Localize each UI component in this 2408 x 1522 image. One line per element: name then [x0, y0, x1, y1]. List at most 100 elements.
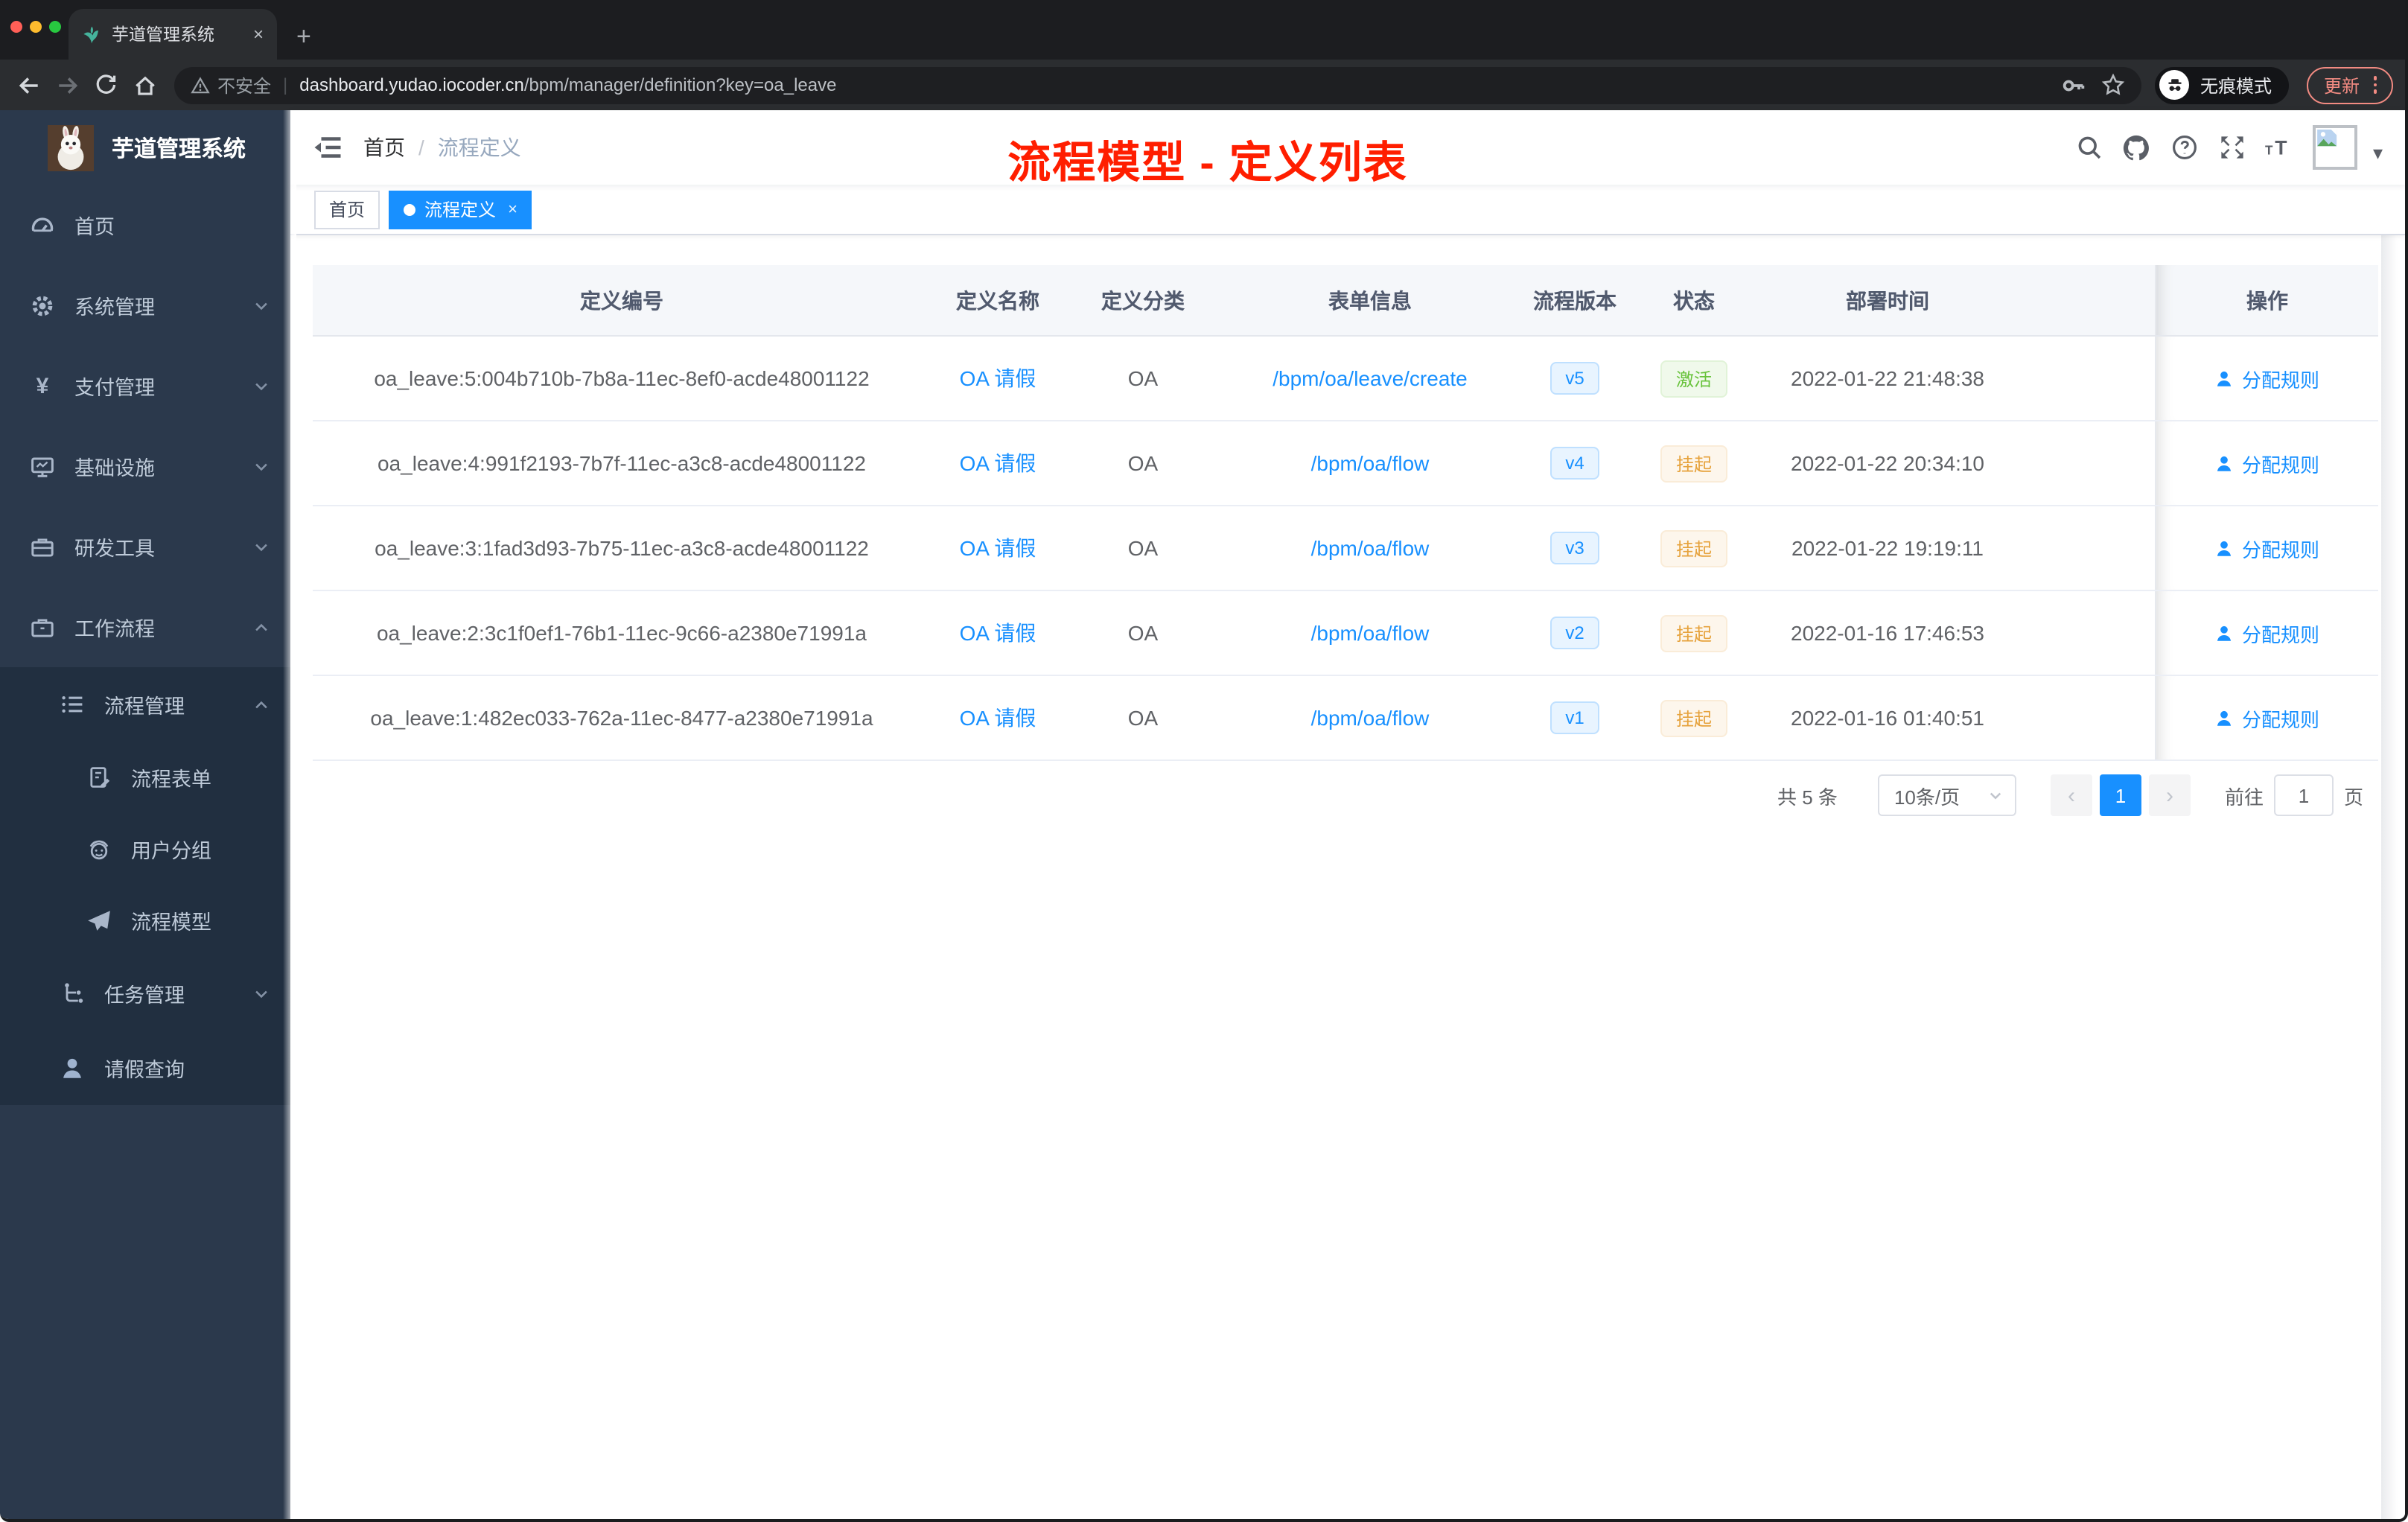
sidebar-item-home[interactable]: 首页 [0, 185, 290, 265]
definition-name-link[interactable]: OA 请假 [960, 366, 1036, 390]
address-bar[interactable]: 不安全 | dashboard.yudao.iocoder.cn/bpm/man… [174, 66, 2142, 104]
chevron-down-icon [253, 297, 270, 313]
definition-table: 定义编号 定义名称 定义分类 表单信息 流程版本 状态 部署时间 操作 oa_l… [313, 265, 2378, 761]
deploy-time: 2022-01-16 01:40:51 [1791, 706, 1984, 730]
sidebar-item-infrastructure[interactable]: 基础设施 [0, 426, 290, 506]
goto-page-input[interactable]: 1 [2273, 774, 2334, 816]
assign-rule-button[interactable]: 分配规则 [2215, 364, 2319, 392]
main-area: 流程模型 - 定义列表 首页 / 流程定义 T T ▾ 首页 流程定义 × 定义… [290, 110, 2405, 1519]
user-icon [2217, 370, 2232, 386]
list-icon [60, 692, 85, 717]
form-link[interactable]: /bpm/oa/leave/create [1273, 366, 1468, 390]
browser-update-button[interactable]: 更新 [2307, 66, 2393, 104]
definition-category: OA [1127, 451, 1159, 475]
page-size-select[interactable]: 10条/页 [1877, 774, 2016, 816]
new-tab-button[interactable]: + [296, 24, 311, 49]
definition-name-link[interactable]: OA 请假 [960, 706, 1036, 730]
hamburger-icon[interactable] [313, 133, 343, 162]
sidebar-item-payment[interactable]: ¥ 支付管理 [0, 346, 290, 426]
app-logo: 芋道管理系统 [0, 110, 290, 185]
deploy-time: 2022-01-22 19:19:11 [1791, 536, 1984, 560]
annotation-title: 流程模型 - 定义列表 [1007, 140, 1408, 188]
font-size-icon[interactable]: TT [2266, 133, 2294, 162]
incognito-badge: 无痕模式 [2155, 66, 2290, 104]
url-text[interactable]: dashboard.yudao.iocoder.cn/bpm/manager/d… [299, 74, 836, 95]
assign-rule-button[interactable]: 分配规则 [2215, 534, 2319, 562]
tab-strip: 芋道管理系统 × + [0, 0, 2405, 60]
bookmark-star-icon[interactable] [2102, 73, 2126, 97]
definition-id: oa_leave:4:991f2193-7b7f-11ec-a3c8-acde4… [378, 451, 866, 475]
breadcrumb-current: 流程定义 [437, 136, 521, 159]
logo-rabbit-image [48, 124, 94, 171]
sidebar-item-leave-query[interactable]: 请假查询 [0, 1031, 290, 1105]
avatar[interactable] [2313, 125, 2358, 170]
assign-rule-button[interactable]: 分配规则 [2215, 619, 2319, 647]
definition-name-link[interactable]: OA 请假 [960, 451, 1036, 475]
sidebar-item-process-management[interactable]: 流程管理 [0, 667, 290, 742]
definition-id: oa_leave:2:3c1f0ef1-76b1-11ec-9c66-a2380… [376, 621, 867, 645]
help-icon[interactable] [2170, 133, 2199, 162]
page-content: 定义编号 定义名称 定义分类 表单信息 流程版本 状态 部署时间 操作 oa_l… [290, 235, 2405, 816]
user-icon [2217, 625, 2232, 640]
workflow-submenu: 流程管理 流程表单 用户分组 流程模型 任务管理 请假查询 [0, 667, 290, 1105]
definition-id: oa_leave:3:1fad3d93-7b75-11ec-a3c8-acde4… [375, 536, 869, 560]
definition-category: OA [1127, 536, 1159, 560]
close-window-button[interactable] [10, 21, 22, 33]
chevron-down-icon [253, 378, 270, 394]
sidebar-item-workflow[interactable]: 工作流程 [0, 587, 290, 667]
dashboard-icon [30, 212, 55, 238]
browser-menu-icon[interactable] [2373, 76, 2377, 94]
browser-toolbar: 不安全 | dashboard.yudao.iocoder.cn/bpm/man… [0, 60, 2405, 110]
back-icon[interactable] [12, 69, 45, 101]
form-link[interactable]: /bpm/oa/flow [1311, 536, 1430, 560]
form-edit-icon [86, 765, 112, 790]
chevron-down-icon [253, 538, 270, 555]
active-dot [404, 203, 416, 215]
minimize-window-button[interactable] [30, 21, 42, 33]
sidebar-item-system[interactable]: 系统管理 [0, 265, 290, 346]
pagination: 共 5 条 10条/页 ‹ 1 › 前往 1 页 [313, 774, 2378, 816]
password-key-icon[interactable] [2062, 72, 2087, 98]
version-badge: v5 [1550, 362, 1599, 395]
prev-page-button[interactable]: ‹ [2050, 774, 2092, 816]
reload-icon[interactable] [89, 69, 122, 101]
form-link[interactable]: /bpm/oa/flow [1311, 451, 1430, 475]
definition-name-link[interactable]: OA 请假 [960, 621, 1036, 645]
sidebar-item-process-model[interactable]: 流程模型 [0, 885, 290, 956]
table-row: oa_leave:2:3c1f0ef1-76b1-11ec-9c66-a2380… [313, 591, 2378, 676]
assign-rule-button[interactable]: 分配规则 [2215, 704, 2319, 732]
security-indicator[interactable]: 不安全 [191, 72, 271, 98]
github-icon[interactable] [2123, 133, 2151, 162]
search-icon[interactable] [2075, 133, 2103, 162]
browser-tab[interactable]: 芋道管理系统 × [69, 9, 277, 60]
current-page[interactable]: 1 [2099, 774, 2141, 816]
tag-process-definition[interactable]: 流程定义 × [389, 190, 532, 229]
app-title: 芋道管理系统 [112, 136, 246, 162]
incognito-icon [2159, 70, 2190, 100]
assign-rule-button[interactable]: 分配规则 [2215, 449, 2319, 477]
forward-icon[interactable] [51, 69, 83, 101]
sidebar-item-process-form[interactable]: 流程表单 [0, 742, 290, 813]
tag-home[interactable]: 首页 [314, 190, 380, 229]
form-link[interactable]: /bpm/oa/flow [1311, 706, 1430, 730]
sidebar-item-task-management[interactable]: 任务管理 [0, 956, 290, 1031]
tag-close-icon[interactable]: × [508, 200, 517, 218]
next-page-button[interactable]: › [2148, 774, 2191, 816]
tab-close-icon[interactable]: × [253, 24, 264, 45]
goto-label: 前往 [2224, 786, 2264, 808]
sidebar-item-user-group[interactable]: 用户分组 [0, 813, 290, 885]
sidebar-item-devtools[interactable]: 研发工具 [0, 506, 290, 587]
version-badge: v2 [1550, 617, 1599, 649]
home-icon[interactable] [128, 69, 161, 101]
tags-view: 首页 流程定义 × [290, 185, 2405, 235]
breadcrumb-home[interactable]: 首页 [363, 133, 405, 162]
user-icon [2217, 540, 2232, 555]
definition-name-link[interactable]: OA 请假 [960, 536, 1036, 560]
avatar-caret-icon[interactable]: ▾ [2373, 130, 2383, 165]
broken-image-icon [2318, 130, 2338, 147]
form-link[interactable]: /bpm/oa/flow [1311, 621, 1430, 645]
table-row: oa_leave:1:482ec033-762a-11ec-8477-a2380… [313, 676, 2378, 761]
fullscreen-icon[interactable] [2218, 133, 2246, 162]
table-row: oa_leave:4:991f2193-7b7f-11ec-a3c8-acde4… [313, 421, 2378, 506]
zoom-window-button[interactable] [49, 21, 61, 33]
